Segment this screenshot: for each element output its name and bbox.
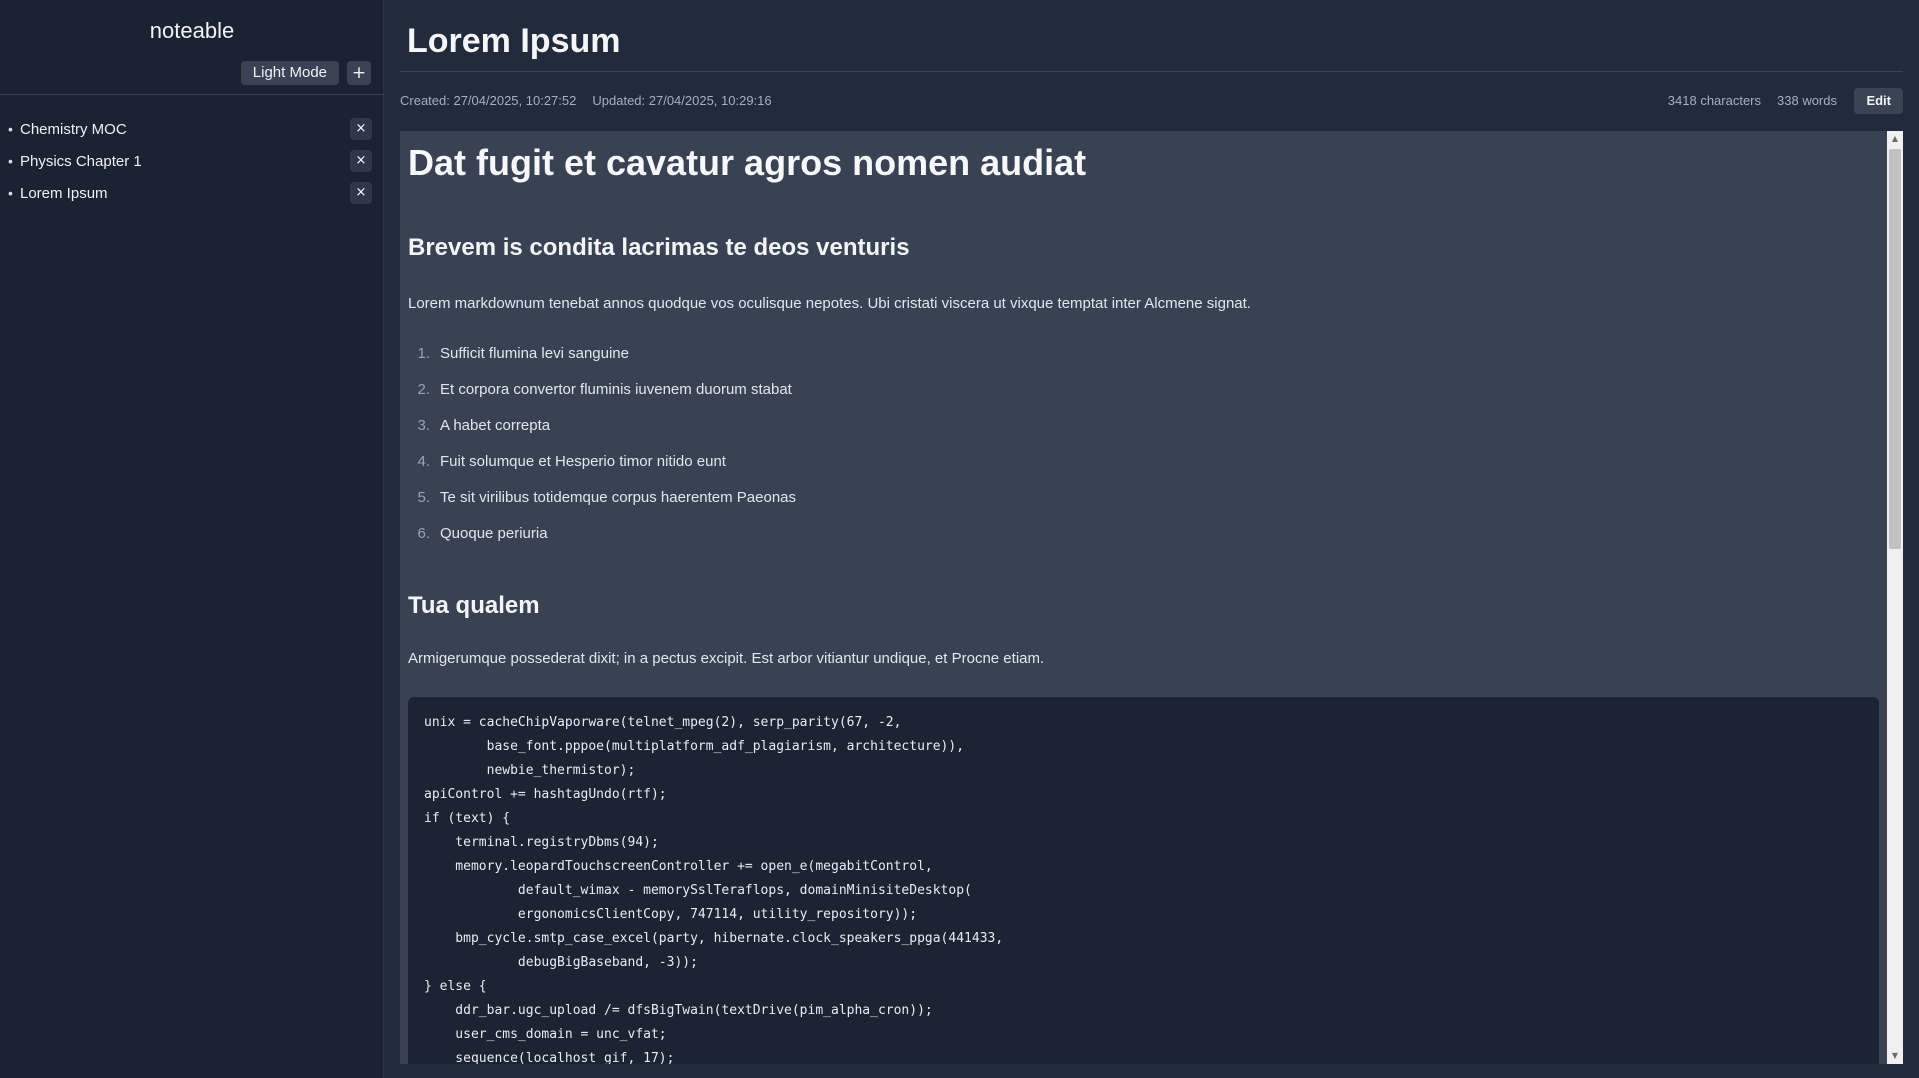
list-text: Te sit virilibus totidemque corpus haere… <box>440 489 797 507</box>
content-heading-2: Tua qualem <box>408 591 540 619</box>
list-item: 3. A habet correpta <box>408 408 1879 444</box>
code-block: unix = cacheChipVaporware(telnet_mpeg(2)… <box>408 696 1879 1064</box>
main-panel: Lorem Ipsum Created: 27/04/2025, 10:27:5… <box>400 0 1903 1078</box>
list-item: 5. Te sit virilibus totidemque corpus hae… <box>408 480 1879 516</box>
note-label: Physics Chapter 1 <box>20 152 142 170</box>
list-number: 4. <box>417 453 430 471</box>
sidebar-divider <box>0 94 384 95</box>
edit-button[interactable]: Edit <box>1854 88 1903 114</box>
content-paragraph: Lorem markdownum tenebat annos quodque v… <box>408 295 1251 313</box>
list-text: Fuit solumque et Hesperio timor nitido e… <box>440 453 726 471</box>
note-content[interactable]: Dat fugit et cavatur agros nomen audiat … <box>400 131 1887 1064</box>
sidebar-controls: Light Mode + <box>240 61 371 85</box>
bullet-icon: • <box>8 185 13 201</box>
note-item-chemistry-moc[interactable]: • Chemistry MOC × <box>0 113 384 145</box>
list-item: 1. Sufficit flumina levi sanguine <box>408 336 1879 372</box>
content-paragraph: Armigerumque possederat dixit; in a pect… <box>408 649 1045 667</box>
scroll-up-icon[interactable]: ▲ <box>1887 131 1903 147</box>
bullet-icon: • <box>8 121 13 137</box>
created-timestamp: Created: 27/04/2025, 10:27:52 <box>400 93 577 108</box>
close-icon[interactable]: × <box>350 150 372 172</box>
bullet-icon: • <box>8 153 13 169</box>
list-text: Et corpora convertor fluminis iuvenem du… <box>440 381 792 399</box>
character-count: 3418 characters <box>1667 93 1762 108</box>
app-name: noteable <box>149 18 235 43</box>
scroll-thumb[interactable] <box>1889 149 1901 549</box>
content-heading-1: Dat fugit et cavatur agros nomen audiat <box>408 142 1087 183</box>
list-item: 6. Quoque periuria <box>408 516 1879 552</box>
note-item-lorem-ipsum[interactable]: • Lorem Ipsum × <box>0 177 384 209</box>
close-icon[interactable]: × <box>350 118 372 140</box>
add-note-button[interactable]: + <box>347 61 371 85</box>
content-heading-2: Brevem is condita lacrimas te deos ventu… <box>408 234 910 262</box>
list-number: 1. <box>417 345 430 363</box>
list-number: 3. <box>417 417 430 435</box>
list-text: Sufficit flumina levi sanguine <box>440 345 629 363</box>
list-text: Quoque periuria <box>440 525 548 543</box>
note-stats: 3418 characters 338 words <box>1668 93 1837 108</box>
scroll-down-icon[interactable]: ▼ <box>1887 1048 1903 1064</box>
note-label: Chemistry MOC <box>20 120 127 138</box>
note-list: • Chemistry MOC × • Physics Chapter 1 × … <box>0 113 384 209</box>
title-divider <box>400 71 1903 72</box>
note-meta: Created: 27/04/2025, 10:27:52 Updated: 2… <box>400 93 772 108</box>
list-item: 2. Et corpora convertor fluminis iuvenem … <box>408 372 1879 408</box>
list-item: 4. Fuit solumque et Hesperio timor nitido… <box>408 444 1879 480</box>
content-scrollbar[interactable]: ▲ ▼ <box>1887 131 1903 1064</box>
light-mode-button[interactable]: Light Mode <box>240 61 339 85</box>
list-number: 6. <box>417 525 430 543</box>
ordered-list: 1. Sufficit flumina levi sanguine 2. Et co… <box>408 336 1879 552</box>
close-icon[interactable]: × <box>350 182 372 204</box>
list-number: 5. <box>417 489 430 507</box>
list-text: A habet correpta <box>440 417 551 435</box>
list-number: 2. <box>417 381 430 399</box>
note-label: Lorem Ipsum <box>20 184 108 202</box>
word-count: 338 words <box>1777 93 1837 108</box>
page-title: Lorem Ipsum <box>407 22 621 60</box>
sidebar: noteable Light Mode + • Chemistry MOC × … <box>0 0 384 1078</box>
note-item-physics-chapter-1[interactable]: • Physics Chapter 1 × <box>0 145 384 177</box>
updated-timestamp: Updated: 27/04/2025, 10:29:16 <box>592 93 772 108</box>
